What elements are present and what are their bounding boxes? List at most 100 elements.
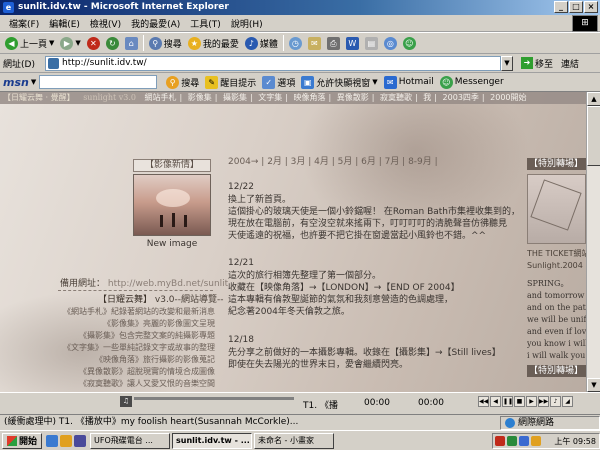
new-image-thumbnail[interactable] [133,174,211,236]
site-brand[interactable]: 【日耀云舞 · 覺醒】 [0,93,78,102]
close-button[interactable]: × [584,1,598,13]
window-titlebar[interactable]: e sunlit.idv.tw - Microsoft Internet Exp… [0,0,600,15]
music-icon[interactable]: ♫ [120,396,132,407]
folder-quicklaunch-icon[interactable] [60,434,73,447]
entry-line[interactable]: 收藏在【映像角落】→【LONDON】→【END OF 2004】 [228,282,528,294]
favorites-button[interactable]: ★ 我的最愛 [185,36,242,50]
favorites-label: 我的最愛 [202,39,239,50]
entry-date: 12/18 [228,335,254,345]
address-input[interactable]: http://sunlit.idv.tw/ [45,55,501,71]
entry-line[interactable]: 先分享之前做好的一本攝影專輯。收錄在【攝影集】→【Still lives】 [228,347,528,359]
tray-volume-icon[interactable] [519,436,529,446]
page-icon [48,57,59,69]
stop-button[interactable]: ✕ [84,36,103,50]
msn-highlight-button[interactable]: ✎ 醒目提示 [202,75,259,89]
globe-icon [505,418,515,428]
tray-messenger-icon[interactable] [531,436,541,446]
stop-icon[interactable]: ■ [514,396,525,407]
nav-images[interactable]: 影像集 [185,93,215,102]
entry-body: 這次的旅行相簿先整理了第一個部分。 收藏在【映像角落】→【LONDON】→【EN… [228,270,528,318]
forward-button[interactable]: ▶ ▼ [57,36,83,50]
messenger-button[interactable]: ☺ [400,36,419,50]
menu-view[interactable]: 檢視(V) [85,17,126,30]
nav-me[interactable]: 我 [420,93,434,102]
nav-corner[interactable]: 映像角落 [291,93,329,102]
thumbnail-branch [530,179,582,231]
menu-favorites[interactable]: 我的最愛(A) [126,17,185,30]
research-button[interactable]: ◎ [381,36,400,50]
ie-quicklaunch-icon[interactable] [46,434,59,447]
task-paint[interactable]: 未命名 - 小畫家 [254,432,335,449]
messenger-msn-button[interactable]: ☺ Messenger [437,75,507,89]
pause-icon[interactable]: ❚❚ [502,396,513,407]
previous-icon[interactable]: ◀◀ [478,396,489,407]
thumbnail-figure [160,215,163,227]
menu-tools[interactable]: 工具(T) [185,17,226,30]
entry-body: 換上了新首頁。 這個掛心的玻璃天使是一個小鈴鐺喔！ 在Roman Bath市集裡… [228,194,528,242]
system-tray: 上午 09:58 [492,433,600,449]
nav-2000[interactable]: 2000開始 [487,93,529,102]
search-button[interactable]: ⚲ 搜尋 [146,36,185,50]
links-button[interactable]: 連結 [561,57,579,70]
desktop-quicklaunch-icon[interactable] [74,434,87,447]
msn-menu-chevron-icon[interactable]: ▼ [31,78,36,86]
edit-button[interactable]: W [343,36,362,50]
refresh-button[interactable]: ↻ [103,36,122,50]
special-feature-thumbnail[interactable] [527,174,586,244]
entry-line: 這本專輯有倫敦聖誕節的氣氛和我刻意營造的色調處理， [228,295,454,305]
history-button[interactable]: ◷ [286,36,305,50]
hotmail-button[interactable]: ✉ Hotmail [381,75,437,89]
refresh-icon: ↻ [105,36,119,50]
scroll-down-button[interactable]: ▼ [587,378,600,392]
start-button[interactable]: 開始 [2,432,43,449]
special-feature-caption[interactable]: THE TICKET網站 [527,248,586,259]
go-button[interactable]: ➜ 移至 [521,57,553,70]
address-dropdown-button[interactable]: ▼ [501,55,513,71]
nav-surreal[interactable]: 異像散影 [334,93,372,102]
print-button[interactable]: ⎙ [324,36,343,50]
discuss-button[interactable]: ▤ [362,36,381,50]
msn-popup-button[interactable]: ▣ 允許快顯視窗 ▼ [298,75,380,89]
msn-options-label: 選項 [277,78,296,89]
back-button[interactable]: ◀ 上一頁 ▼ [2,36,57,50]
entry-line: 紀念著2004年冬天倫敦之旅。 [228,307,350,317]
maximize-button[interactable]: □ [569,1,583,13]
minimize-button[interactable]: _ [554,1,568,13]
site-guide-list: 《網站手札》紀錄著網站的改變和最新消息 《影像集》亮麗的影像圖文呈現 《攝影集》… [55,306,215,390]
msn-options-button[interactable]: ✓ 選項 [259,75,298,89]
scroll-up-button[interactable]: ▲ [587,92,600,106]
msn-search-button[interactable]: ⚲ 搜尋 [163,75,202,89]
nav-text[interactable]: 文字集 [255,93,285,102]
play-icon[interactable]: ▶ [526,396,537,407]
media-button[interactable]: ♪ 媒體 [242,36,281,50]
site-version: sunlight v3.0 [83,93,136,102]
nav-notes[interactable]: 網站手札 [142,93,180,102]
task-radio[interactable]: UFO飛碟電台 ... [90,432,171,449]
tray-app-icon[interactable] [495,436,505,446]
month-links[interactable]: 2004→ | 2月 | 3月 | 4月 | 5月 | 6月 | 7月 | 8-… [228,154,438,167]
new-image-caption[interactable]: New image [133,239,211,249]
mail-button[interactable]: ✉ [305,36,324,50]
nav-photography[interactable]: 攝影集 [220,93,250,102]
volume-icon[interactable]: ◢ [562,396,573,407]
scroll-thumb[interactable] [587,106,600,166]
media-time-current: 00:00 [364,398,390,408]
menu-file[interactable]: 檔案(F) [4,17,44,30]
media-seek-bar[interactable] [134,397,294,400]
task-browser[interactable]: sunlit.idv.tw - ... [172,432,253,449]
home-button[interactable]: ⌂ [122,36,141,50]
backup-url-link[interactable]: http://web.myBd.net/sunlit [108,279,228,289]
mute-icon[interactable]: ♪ [550,396,561,407]
site-guide-title: 【日耀云舞】 v3.0--網站導覽-- [98,292,224,305]
msn-search-input[interactable] [39,75,158,89]
next-icon[interactable]: ▶▶ [538,396,549,407]
thumbnail-figure [172,213,175,227]
print-icon: ⎙ [326,36,340,50]
menu-edit[interactable]: 編輯(E) [44,17,85,30]
menu-help[interactable]: 說明(H) [226,17,268,30]
rewind-icon[interactable]: ◀ [490,396,501,407]
nav-music[interactable]: 寂寞聽歌 [377,93,415,102]
tray-network-icon[interactable] [507,436,517,446]
nav-2003[interactable]: 2003四季 [440,93,482,102]
vertical-scrollbar[interactable]: ▲ ▼ [586,92,600,392]
